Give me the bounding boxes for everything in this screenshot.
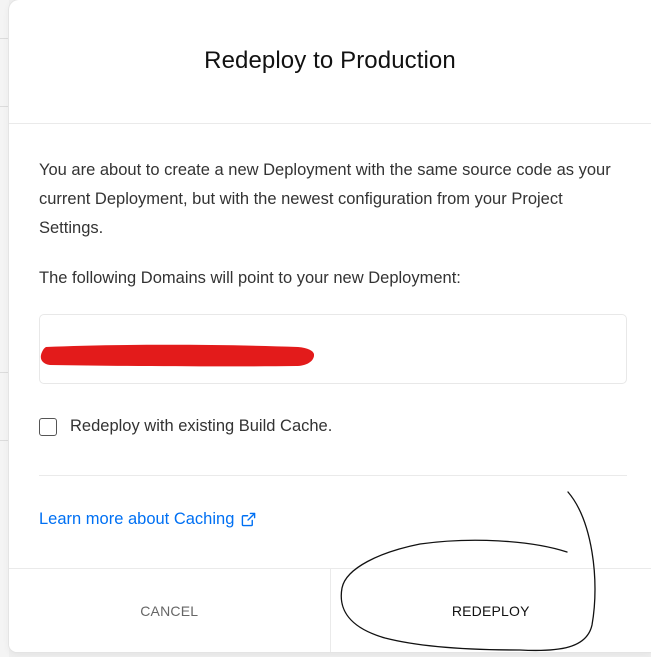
divider <box>39 475 627 476</box>
background-divider <box>0 106 9 107</box>
modal-title: Redeploy to Production <box>204 46 456 74</box>
background-divider <box>0 440 9 441</box>
redeploy-button[interactable]: REDEPLOY <box>330 569 651 652</box>
learn-more-link-label: Learn more about Caching <box>39 510 235 528</box>
learn-more-caching-link[interactable]: Learn more about Caching <box>39 510 256 529</box>
background-page-edge <box>0 0 9 657</box>
domains-intro-text: The following Domains will point to your… <box>39 269 461 287</box>
build-cache-option[interactable]: Redeploy with existing Build Cache. <box>39 417 332 436</box>
redaction-mark <box>40 344 314 367</box>
modal-footer: CANCEL REDEPLOY <box>9 568 651 652</box>
background-divider <box>0 38 9 39</box>
background-divider <box>0 372 9 373</box>
redeploy-modal: Redeploy to Production You are about to … <box>9 0 651 652</box>
build-cache-label: Redeploy with existing Build Cache. <box>70 417 333 435</box>
cancel-button[interactable]: CANCEL <box>9 569 331 652</box>
modal-description: You are about to create a new Deployment… <box>39 161 611 237</box>
modal-header: Redeploy to Production <box>9 0 651 124</box>
build-cache-checkbox[interactable] <box>39 417 57 436</box>
screen: Redeploy to Production You are about to … <box>0 0 651 657</box>
external-link-icon <box>242 512 256 527</box>
domains-list <box>39 314 627 384</box>
